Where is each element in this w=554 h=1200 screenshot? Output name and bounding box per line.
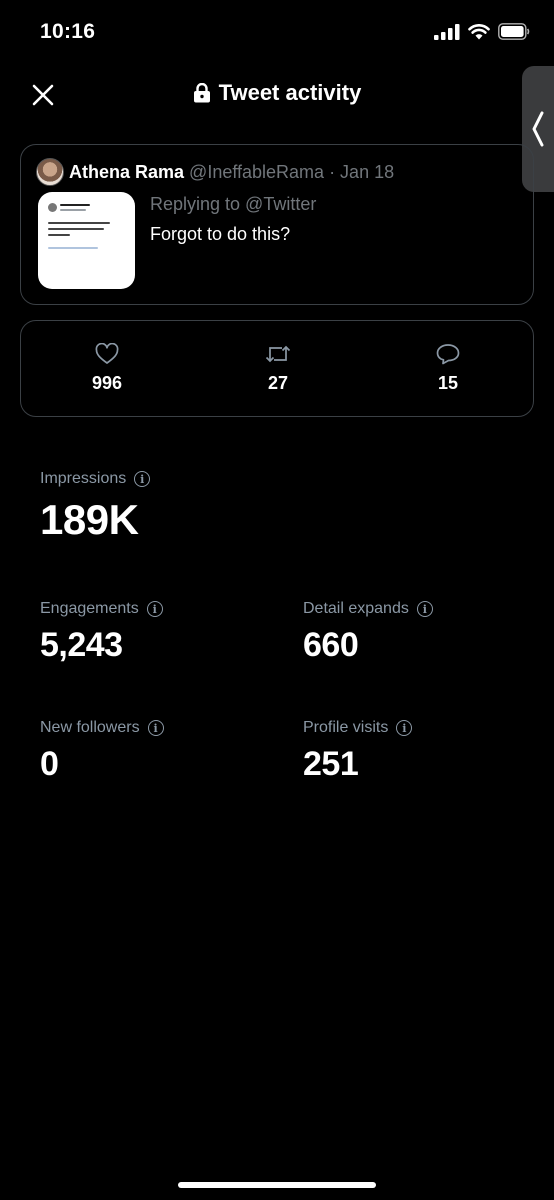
likes-count: 996 xyxy=(91,373,123,393)
metric-label: Profile visits xyxy=(303,719,389,736)
chevron-left-icon xyxy=(532,111,544,147)
info-icon[interactable]: i xyxy=(134,471,151,487)
info-icon[interactable]: i xyxy=(147,720,164,736)
author-handle-date: @IneffableRama · Jan 18 xyxy=(189,162,395,182)
lock-icon xyxy=(193,83,210,103)
replies-count: 15 xyxy=(437,373,459,393)
home-indicator[interactable] xyxy=(178,1182,376,1188)
retweets-stat: 27 xyxy=(238,343,318,394)
engagement-stats-card: 996 27 15 xyxy=(20,320,534,417)
status-bar: 10:16 xyxy=(0,0,554,66)
battery-icon xyxy=(498,23,530,40)
tweet-card[interactable]: Athena Rama @IneffableRama · Jan 18 Repl… xyxy=(20,144,534,305)
nav-bar: Tweet activity xyxy=(0,66,554,122)
nav-title-group: Tweet activity xyxy=(0,80,554,106)
metric-value: 0 xyxy=(40,745,59,783)
metric-label: New followers xyxy=(40,719,140,736)
metric-value: 5,243 xyxy=(40,626,123,664)
retweets-count: 27 xyxy=(267,373,289,393)
retweet-icon xyxy=(265,345,291,363)
avatar xyxy=(36,158,64,186)
metric-label: Detail expands xyxy=(303,600,409,617)
tweet-text: Forgot to do this? xyxy=(150,224,291,244)
cellular-signal-icon xyxy=(434,23,460,40)
replies-stat: 15 xyxy=(408,343,488,394)
info-icon[interactable]: i xyxy=(416,601,433,617)
metric-value: 251 xyxy=(303,745,359,783)
tweet-header: Athena Rama @IneffableRama · Jan 18 xyxy=(69,162,394,183)
replying-to-text: Replying to @Twitter xyxy=(150,194,317,214)
reply-icon xyxy=(436,344,460,365)
metric-new-followers: New followers i 0 xyxy=(40,719,164,784)
author-name: Athena Rama xyxy=(69,162,185,182)
metric-impressions: Impressions i 189K xyxy=(40,470,151,544)
status-time: 10:16 xyxy=(40,20,96,43)
info-icon[interactable]: i xyxy=(146,601,163,617)
metric-profile-visits: Profile visits i 251 xyxy=(303,719,413,784)
likes-stat: 996 xyxy=(67,343,147,394)
status-icons xyxy=(434,23,530,40)
page-title: Tweet activity xyxy=(218,80,362,105)
metric-label: Engagements xyxy=(40,600,139,617)
wifi-icon xyxy=(468,23,490,39)
metric-value: 189K xyxy=(40,496,139,543)
metric-label: Impressions xyxy=(40,470,127,487)
metric-value: 660 xyxy=(303,626,359,664)
tweet-image-thumbnail[interactable] xyxy=(38,192,135,289)
info-icon[interactable]: i xyxy=(396,720,413,736)
metric-engagements: Engagements i 5,243 xyxy=(40,600,163,665)
metric-detail-expands: Detail expands i 660 xyxy=(303,600,433,665)
heart-icon xyxy=(95,343,119,364)
